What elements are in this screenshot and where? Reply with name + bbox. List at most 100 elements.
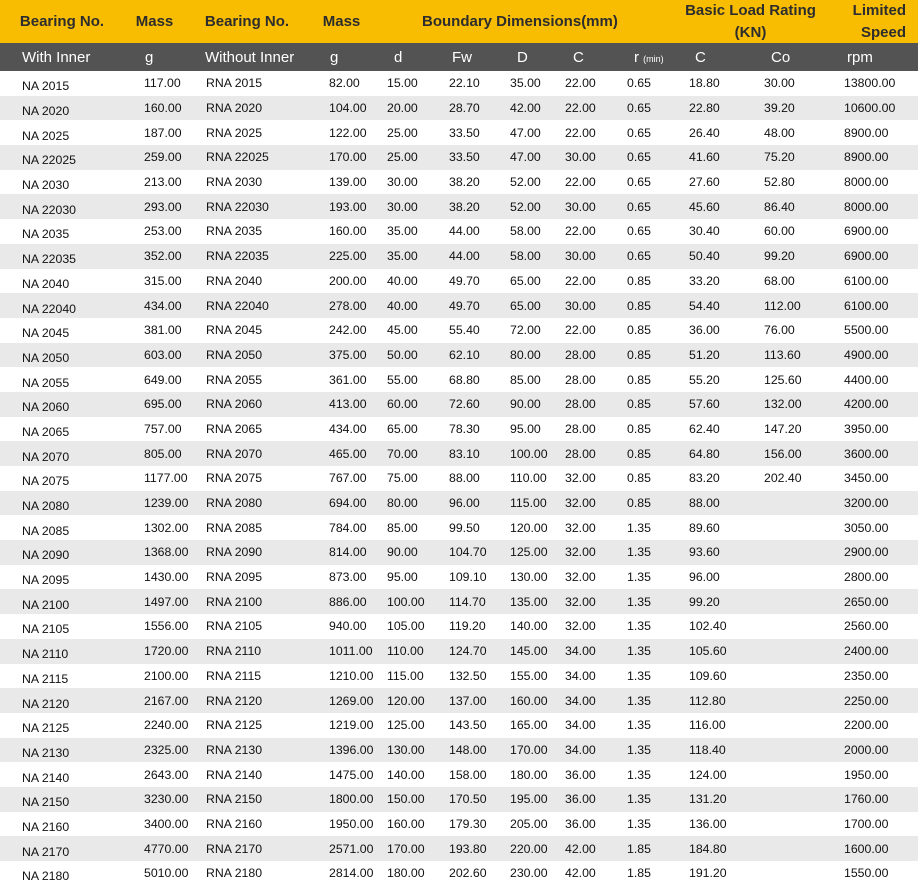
cell-speed-rpm: 2400.00 [844,644,889,659]
cell-mass-with-inner: 2100.00 [144,668,189,683]
cell-outer-D: 180.00 [510,767,548,782]
cell-bearing-without-inner: RNA 2015 [206,76,263,91]
cell-load-Co: 75.20 [764,150,795,165]
cell-width-C: 22.00 [565,76,596,91]
cell-load-Co: 48.00 [764,125,795,140]
cell-load-Co: 132.00 [764,397,802,412]
table-row: NA 2080 1239.00 RNA 2080 694.00 80.00 96.00 11… [0,490,918,516]
table-row: NA 2065 757.00 RNA 2065 434.00 65.00 78.30 95.… [0,417,918,442]
cell-mass-without-inner: 1950.00 [329,816,374,831]
cell-mass-with-inner: 649.00 [144,372,182,387]
cell-fw: 143.50 [449,718,487,733]
table-row: NA 2040 315.00 RNA 2040 200.00 40.00 49.70 65.… [0,269,918,294]
cell-d: 100.00 [387,594,425,609]
cell-mass-with-inner: 2325.00 [144,742,189,757]
cell-speed-rpm: 4200.00 [844,397,889,412]
cell-load-C: 22.80 [689,101,720,116]
subheader-row: With Inner g Without Inner g d Fw D C r … [0,43,918,71]
cell-width-C: 32.00 [565,520,596,535]
cell-outer-D: 220.00 [510,841,548,856]
table-row: NA 2125 2240.00 RNA 2125 1219.00 125.00 143.5… [0,713,918,738]
cell-load-C: 26.40 [689,125,720,140]
cell-width-C: 42.00 [565,841,596,856]
cell-fw: 44.00 [449,249,480,264]
cell-load-C: 93.60 [689,545,720,560]
cell-r-min: 0.65 [627,249,651,264]
header-mass-noinner: Mass [322,13,361,30]
cell-speed-rpm: 8000.00 [844,175,889,190]
table-row: NA 2055 649.00 RNA 2055 361.00 55.00 68.80 85.… [0,367,918,392]
cell-mass-with-inner: 434.00 [144,298,182,313]
cell-fw: 88.00 [449,471,480,486]
cell-width-C: 32.00 [565,619,596,634]
subheader-rpm: rpm [847,48,873,66]
cell-mass-with-inner: 213.00 [144,175,182,190]
cell-fw: 28.70 [449,101,480,116]
cell-bearing-without-inner: RNA 2040 [206,273,263,288]
cell-load-C: 18.80 [689,76,720,91]
cell-load-Co: 125.60 [764,372,802,387]
table-row: NA 22040 434.00 RNA 22040 278.00 40.00 49.70 6… [0,293,918,318]
cell-outer-D: 52.00 [510,175,541,190]
table-row: NA 2025 187.00 RNA 2025 122.00 25.00 33.50 47.… [0,120,918,145]
cell-bearing-without-inner: RNA 2045 [206,323,263,338]
cell-width-C: 22.00 [565,323,596,338]
cell-r-min: 1.35 [627,594,651,609]
header-basic-load-rating: Basic Load Rating (KN) [675,0,826,44]
cell-r-min: 0.85 [627,397,651,412]
cell-r-min: 0.85 [627,471,651,486]
cell-bearing-without-inner: RNA 22025 [206,150,269,165]
cell-load-Co: 39.20 [764,101,795,116]
cell-outer-D: 65.00 [510,273,541,288]
cell-d: 150.00 [387,792,425,807]
cell-width-C: 32.00 [565,570,596,585]
cell-fw: 179.30 [449,816,487,831]
cell-bearing-with-inner: NA 2120 [22,696,70,711]
cell-speed-rpm: 2250.00 [844,693,889,708]
cell-bearing-with-inner: NA 2015 [22,79,70,94]
cell-r-min: 0.65 [627,224,651,239]
cell-d: 115.00 [387,668,424,683]
table-row: NA 2170 4770.00 RNA 2170 2571.00 170.00 193.8… [0,836,918,861]
cell-fw: 119.20 [449,619,486,634]
cell-d: 15.00 [387,76,418,91]
cell-bearing-with-inner: NA 2125 [22,721,70,736]
cell-mass-without-inner: 694.00 [329,496,367,511]
cell-bearing-with-inner: NA 2045 [22,326,70,341]
table-row: NA 2140 2643.00 RNA 2140 1475.00 140.00 158.0… [0,762,918,787]
cell-speed-rpm: 10600.00 [844,101,896,116]
cell-d: 25.00 [387,150,418,165]
header-mass-inner: Mass [135,13,174,30]
cell-mass-without-inner: 170.00 [329,150,367,165]
cell-mass-with-inner: 2643.00 [144,767,189,782]
bearing-spec-table: Bearing No. Mass Bearing No. Mass Bounda… [0,0,918,886]
cell-mass-with-inner: 1239.00 [144,496,189,511]
cell-fw: 22.10 [449,76,480,91]
cell-fw: 124.70 [449,644,487,659]
cell-load-C: 64.80 [689,446,720,461]
table-row: NA 2075 1177.00 RNA 2075 767.00 75.00 88.00 11… [0,466,918,491]
cell-bearing-without-inner: RNA 2180 [206,866,263,881]
cell-fw: 114.70 [449,594,486,609]
cell-load-C: 136.00 [689,816,727,831]
cell-bearing-without-inner: RNA 2035 [206,224,263,239]
table-row: NA 2120 2167.00 RNA 2120 1269.00 120.00 137.0… [0,688,918,713]
cell-fw: 104.70 [449,545,487,560]
cell-d: 160.00 [387,816,425,831]
cell-mass-without-inner: 139.00 [329,175,367,190]
cell-bearing-with-inner: NA 2130 [22,745,70,760]
cell-bearing-without-inner: RNA 22030 [206,199,269,214]
cell-r-min: 0.65 [627,199,651,214]
cell-r-min: 0.85 [627,496,651,511]
table-row: NA 2015 117.00 RNA 2015 82.00 15.00 22.10 35.0… [0,71,918,96]
cell-bearing-with-inner: NA 2100 [22,597,70,612]
cell-mass-without-inner: 225.00 [329,249,367,264]
cell-width-C: 22.00 [565,101,596,116]
cell-speed-rpm: 3050.00 [844,520,889,535]
cell-r-min: 1.85 [627,866,651,881]
cell-mass-with-inner: 2240.00 [144,718,189,733]
cell-r-min: 1.85 [627,841,651,856]
cell-mass-with-inner: 2167.00 [144,693,189,708]
cell-bearing-without-inner: RNA 22035 [206,249,269,264]
cell-width-C: 32.00 [565,545,596,560]
